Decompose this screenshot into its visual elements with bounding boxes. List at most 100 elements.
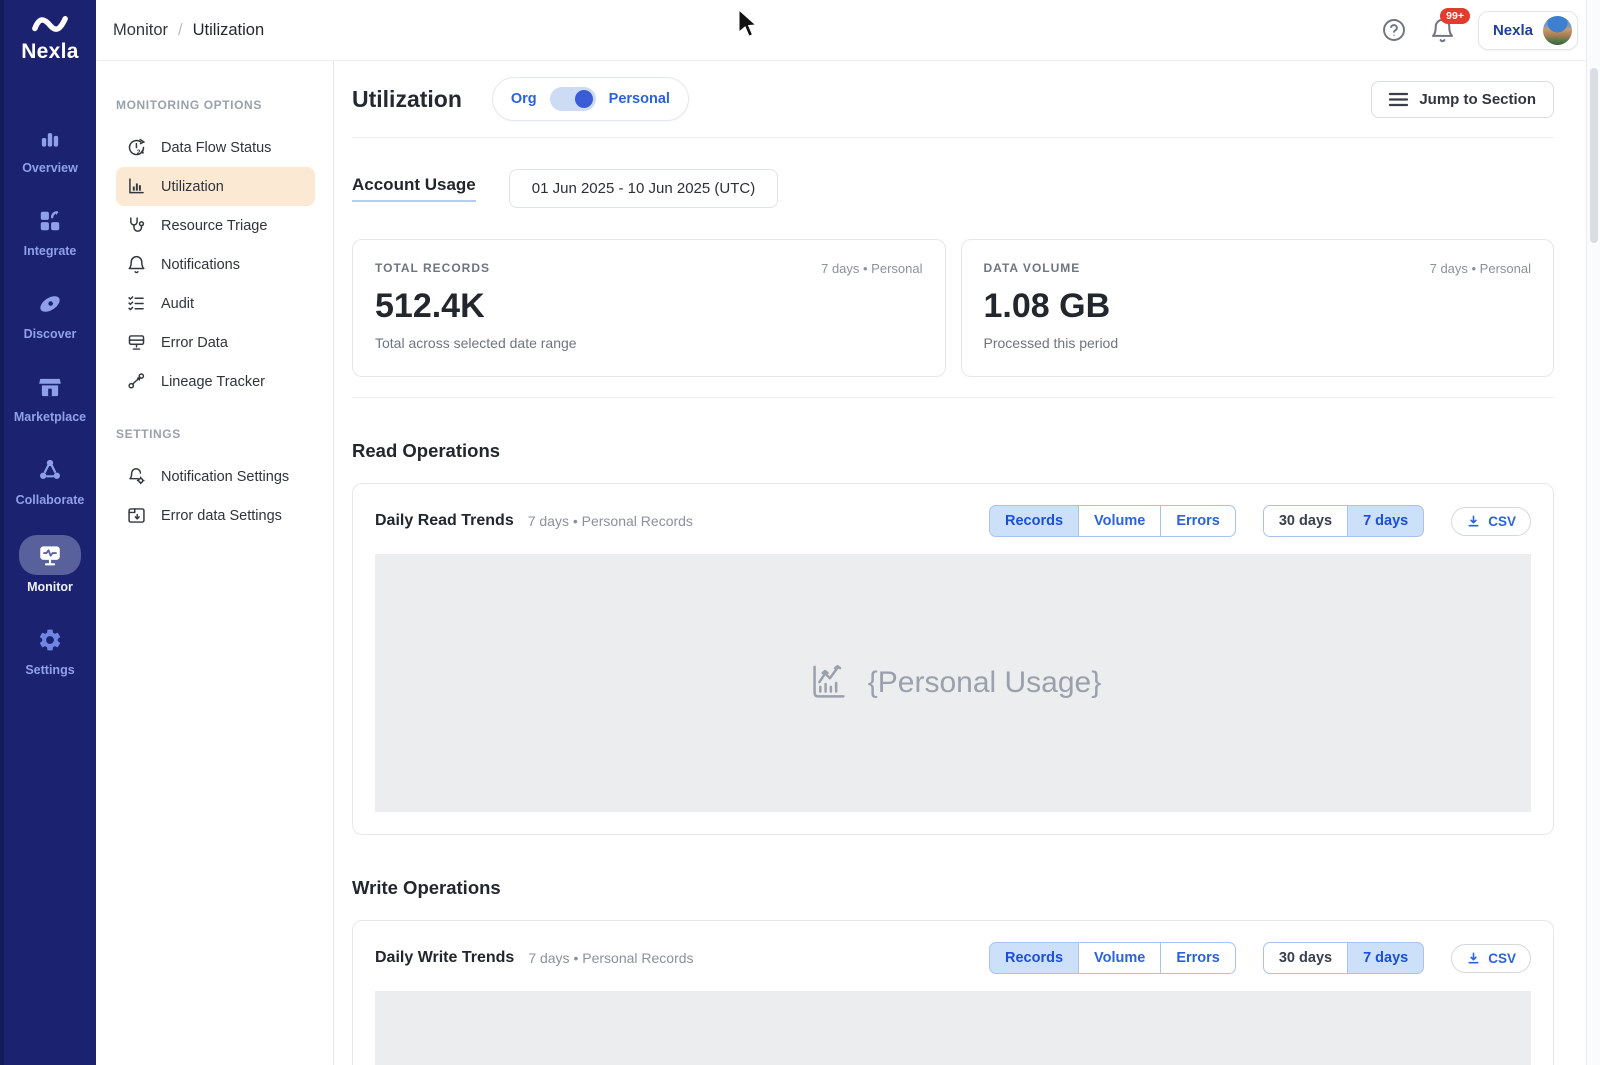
tab-volume[interactable]: Volume — [1078, 942, 1161, 974]
help-button[interactable] — [1381, 17, 1407, 43]
metric-tab-group: Records Volume Errors — [989, 942, 1236, 974]
toggle-org-label[interactable]: Org — [511, 91, 537, 107]
tab-30-days[interactable]: 30 days — [1263, 505, 1348, 537]
stat-label: TOTAL RECORDS — [375, 261, 490, 275]
read-chart-placeholder: {Personal Usage} — [375, 554, 1531, 812]
jump-to-section-label: Jump to Section — [1419, 91, 1536, 108]
brand-name: Nexla — [21, 40, 79, 64]
download-icon — [1466, 951, 1481, 966]
rail-item-label: Integrate — [24, 244, 77, 258]
rail-item-discover[interactable]: Discover — [4, 286, 96, 341]
download-icon — [1466, 514, 1481, 529]
csv-download-button[interactable]: CSV — [1451, 507, 1531, 536]
rail-item-overview[interactable]: Overview — [4, 120, 96, 175]
write-operations-title: Write Operations — [352, 877, 1554, 899]
daily-read-trends-card: Daily Read Trends 7 days • Personal Reco… — [352, 483, 1554, 835]
notifications-button[interactable]: 99+ — [1429, 17, 1456, 44]
data-volume-card: DATA VOLUME 7 days • Personal 1.08 GB Pr… — [961, 239, 1555, 377]
trend-card-header: Daily Read Trends 7 days • Personal Reco… — [375, 505, 1531, 537]
topbar-actions: 99+ Nexla — [1381, 11, 1578, 50]
page-scrollbar[interactable] — [1586, 0, 1600, 1065]
tab-30-days[interactable]: 30 days — [1263, 942, 1348, 974]
folder-download-icon — [126, 505, 147, 526]
sidebar-item-error-data[interactable]: Error Data — [116, 323, 315, 362]
account-name: Nexla — [1493, 22, 1533, 39]
hamburger-icon — [1389, 92, 1408, 107]
sidebar-item-label: Notifications — [161, 257, 240, 273]
account-usage-title[interactable]: Account Usage — [352, 175, 476, 202]
breadcrumb: Monitor / Utilization — [113, 21, 264, 40]
account-menu-button[interactable]: Nexla — [1478, 11, 1578, 50]
sidebar-item-label: Notification Settings — [161, 469, 289, 485]
tab-volume[interactable]: Volume — [1078, 505, 1161, 537]
bar-chart-icon — [37, 125, 63, 151]
notification-count-badge: 99+ — [1440, 8, 1470, 24]
stat-subtext: Processed this period — [984, 335, 1532, 351]
sidebar-item-label: Error Data — [161, 335, 228, 351]
tab-records[interactable]: Records — [989, 505, 1079, 537]
sidebar-item-resource-triage[interactable]: Resource Triage — [116, 206, 315, 245]
read-operations-title: Read Operations — [352, 440, 1554, 462]
avatar — [1543, 16, 1572, 45]
breadcrumb-separator: / — [178, 21, 183, 40]
total-records-card: TOTAL RECORDS 7 days • Personal 512.4K T… — [352, 239, 946, 377]
toggle-knob — [575, 90, 593, 108]
main-content: Utilization Org Personal Jump to Section — [334, 61, 1600, 1065]
sidebar-item-audit[interactable]: Audit — [116, 284, 315, 323]
rail-item-label: Monitor — [27, 580, 73, 594]
nexla-logo[interactable]: Nexla — [21, 9, 79, 64]
sidebar-section-title: SETTINGS — [116, 427, 333, 441]
gear-icon — [37, 627, 63, 653]
sidebar-item-notifications[interactable]: Notifications — [116, 245, 315, 284]
rail-item-collaborate[interactable]: Collaborate — [4, 452, 96, 507]
rail-item-label: Collaborate — [16, 493, 85, 507]
rail-item-label: Marketplace — [14, 410, 86, 424]
scrollbar-thumb[interactable] — [1590, 68, 1598, 243]
write-chart-placeholder — [375, 991, 1531, 1065]
tab-errors[interactable]: Errors — [1160, 942, 1236, 974]
csv-download-button[interactable]: CSV — [1451, 944, 1531, 973]
page-title: Utilization — [352, 86, 462, 113]
tab-errors[interactable]: Errors — [1160, 505, 1236, 537]
tab-7-days[interactable]: 7 days — [1347, 505, 1424, 537]
csv-label: CSV — [1488, 514, 1516, 529]
tab-7-days[interactable]: 7 days — [1347, 942, 1424, 974]
trend-card-title: Daily Read Trends — [375, 512, 514, 530]
sidebar-item-label: Error data Settings — [161, 508, 282, 524]
monitoring-options-list: 24 Data Flow Status Utilization — [116, 128, 333, 401]
checklist-icon — [126, 293, 147, 314]
app-window: Nexla Overview Integrate — [0, 0, 1600, 1065]
stat-label: DATA VOLUME — [984, 261, 1081, 275]
svg-text:24: 24 — [137, 149, 145, 156]
rail-item-label: Overview — [22, 161, 78, 175]
toggle-personal-label[interactable]: Personal — [609, 91, 670, 107]
toggle-switch[interactable] — [550, 87, 596, 111]
placeholder-text: {Personal Usage} — [868, 666, 1102, 700]
trend-card-title: Daily Write Trends — [375, 949, 514, 967]
utilization-chart-icon — [126, 176, 147, 197]
account-usage-header: Account Usage 01 Jun 2025 - 10 Jun 2025 … — [352, 169, 1554, 208]
sidebar-item-utilization[interactable]: Utilization — [116, 167, 315, 206]
stat-value: 512.4K — [375, 287, 923, 326]
rail-item-integrate[interactable]: Integrate — [4, 203, 96, 258]
tab-records[interactable]: Records — [989, 942, 1079, 974]
stat-subtext: Total across selected date range — [375, 335, 923, 351]
settings-list: Notification Settings Error data Setting… — [116, 457, 333, 535]
breadcrumb-parent[interactable]: Monitor — [113, 21, 168, 40]
sidebar-item-error-data-settings[interactable]: Error data Settings — [116, 496, 315, 535]
sidebar-item-lineage-tracker[interactable]: Lineage Tracker — [116, 362, 315, 401]
rail-item-settings[interactable]: Settings — [4, 622, 96, 677]
sidebar-item-notification-settings[interactable]: Notification Settings — [116, 457, 315, 496]
sidebar-item-data-flow-status[interactable]: 24 Data Flow Status — [116, 128, 315, 167]
rail-item-marketplace[interactable]: Marketplace — [4, 369, 96, 424]
date-range-button[interactable]: 01 Jun 2025 - 10 Jun 2025 (UTC) — [509, 169, 778, 208]
jump-to-section-button[interactable]: Jump to Section — [1371, 81, 1554, 118]
rail-item-monitor[interactable]: Monitor — [4, 535, 96, 594]
org-personal-toggle[interactable]: Org Personal — [492, 77, 689, 121]
monitor-sidebar: MONITORING OPTIONS 24 Data Flow Status — [96, 61, 334, 1065]
sidebar-item-label: Data Flow Status — [161, 140, 271, 156]
rail-item-label: Settings — [25, 663, 74, 677]
primary-nav-rail: Nexla Overview Integrate — [0, 0, 96, 1065]
trend-card-meta: 7 days • Personal Records — [528, 950, 693, 966]
stat-meta: 7 days • Personal — [821, 261, 922, 276]
